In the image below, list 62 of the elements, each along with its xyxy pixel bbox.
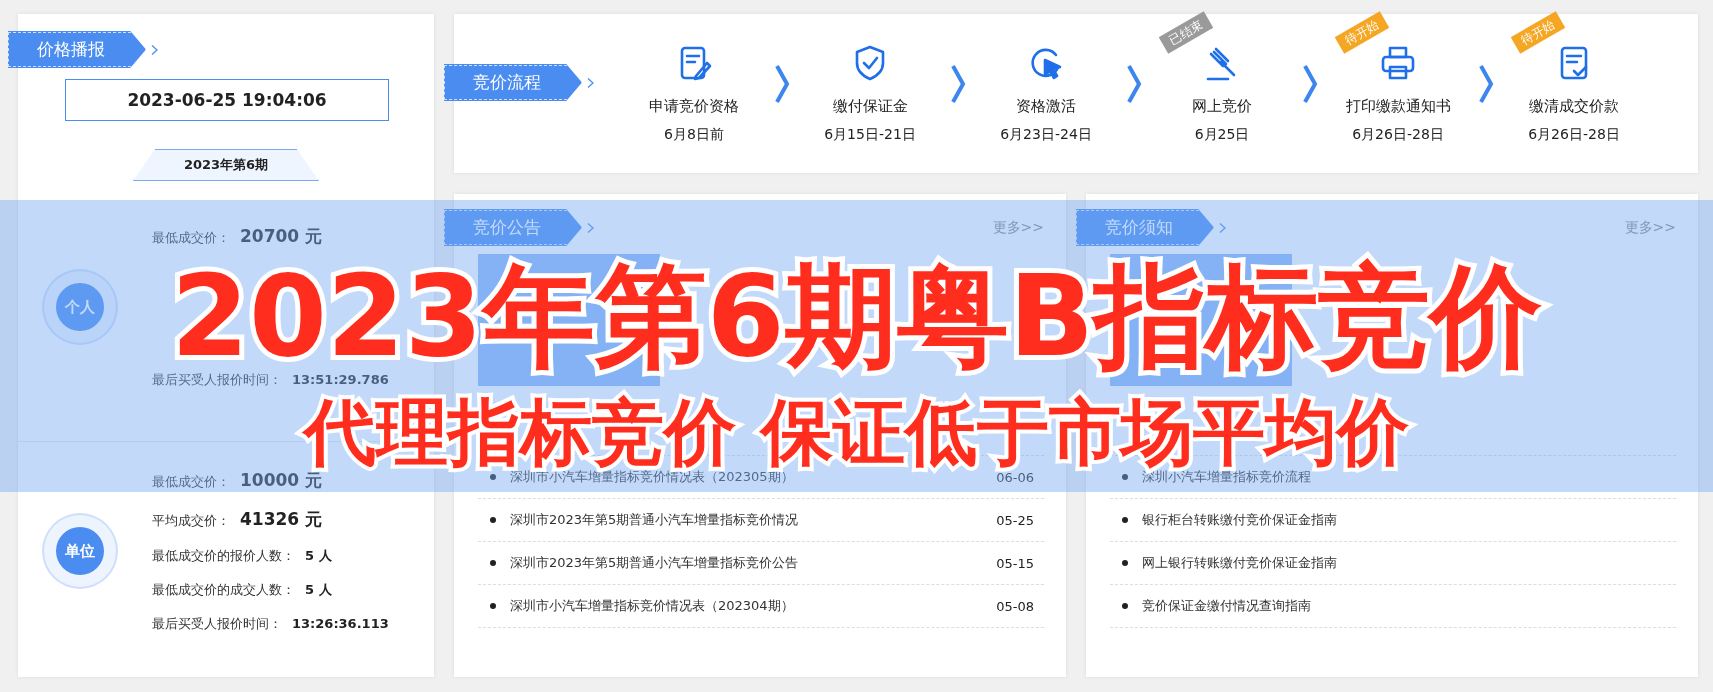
status-ribbon: 已结束: [1158, 11, 1214, 54]
status-ribbon: 待开始: [1510, 11, 1566, 54]
bullet-icon: [1122, 603, 1128, 609]
section-tag: 竞价须知: [1076, 210, 1214, 245]
bullet-icon: [1122, 560, 1128, 566]
step-name: 缴清成交价款: [1529, 97, 1619, 116]
stat-label: 最低成交价的成交人数：: [152, 581, 295, 599]
step-name: 打印缴款通知书: [1345, 97, 1451, 116]
news-link[interactable]: 深圳小汽车增量指标竞价流程: [1142, 468, 1676, 486]
step-date: 6月15日-21日: [824, 126, 916, 144]
section-tag: 竞价公告: [444, 210, 582, 245]
news-date: 05-25: [996, 512, 1034, 528]
stat-value: 10000 元: [240, 469, 323, 492]
bullet-icon: [490, 474, 496, 480]
step-name: 网上竞价: [1192, 97, 1252, 116]
step-name: 申请竞价资格: [649, 97, 739, 116]
step-date: 6月25日: [1194, 126, 1250, 144]
chevron-icon: [1478, 63, 1494, 104]
stat-label: 最低成交价的报价人数：: [152, 547, 295, 565]
bullet-icon: [490, 560, 496, 566]
news-link[interactable]: 深圳市小汽车增量指标竞价情况表（202305期）: [510, 468, 997, 486]
stat-value: 20700 元: [240, 225, 323, 248]
period-label: 2023年第6期: [132, 149, 320, 181]
news-link[interactable]: 竞价保证金缴付情况查询指南: [1142, 597, 1676, 615]
datetime-display: 2023-06-25 19:04:06: [65, 79, 389, 121]
news-date: 05-08: [996, 598, 1034, 614]
step-date: 6月26日-28日: [1352, 126, 1444, 144]
section-tag: 价格播报: [8, 32, 146, 67]
news-date: 05-15: [996, 555, 1034, 571]
news-link[interactable]: 网上银行转账缴付竞价保证金指南: [1142, 554, 1676, 572]
bullet-icon: [1122, 474, 1128, 480]
chevron-icon: [774, 63, 790, 104]
stat-value: 13:51:29.786: [292, 372, 389, 387]
step-date: 6月23日-24日: [1000, 126, 1092, 144]
step-date: 6月8日前: [664, 126, 724, 144]
bullet-icon: [490, 517, 496, 523]
promo-subline-overlay: 代理指标竞价 保证低于市场平均价: [303, 396, 1410, 468]
stat-value: 5 人: [305, 581, 332, 599]
news-link[interactable]: 深圳市小汽车增量指标竞价情况表（202304期）: [510, 597, 997, 615]
stat-value: 13:26:36.113: [292, 616, 389, 631]
chevron-icon: [1126, 63, 1142, 104]
chevron-icon: [1302, 63, 1318, 104]
stat-label: 最低成交价：: [152, 473, 230, 491]
step-name: 资格激活: [1016, 97, 1076, 116]
stat-value: 41326 元: [240, 508, 323, 531]
stat-label: 最后买受人报价时间：: [152, 371, 282, 389]
news-link[interactable]: 深圳市2023年第5期普通小汽车增量指标竞价公告: [510, 554, 997, 572]
stat-label: 最后买受人报价时间：: [152, 615, 282, 633]
news-link[interactable]: 银行柜台转账缴付竞价保证金指南: [1142, 511, 1676, 529]
chevron-icon: [950, 63, 966, 104]
step-name: 缴付保证金: [832, 97, 908, 116]
step-date: 6月26日-28日: [1528, 126, 1620, 144]
stat-value: 5 人: [305, 547, 332, 565]
news-date: 06-06: [996, 469, 1034, 485]
bullet-icon: [490, 603, 496, 609]
news-link[interactable]: 深圳市2023年第5期普通小汽车增量指标竞价情况: [510, 511, 997, 529]
stat-label: 最低成交价：: [152, 229, 230, 247]
section-tag: 竞价流程: [444, 65, 582, 100]
stat-label: 平均成交价：: [152, 512, 230, 530]
promo-headline-overlay: 2023年第6期粤B指标竞价: [171, 260, 1542, 372]
status-ribbon: 待开始: [1334, 11, 1390, 54]
bullet-icon: [1122, 517, 1128, 523]
